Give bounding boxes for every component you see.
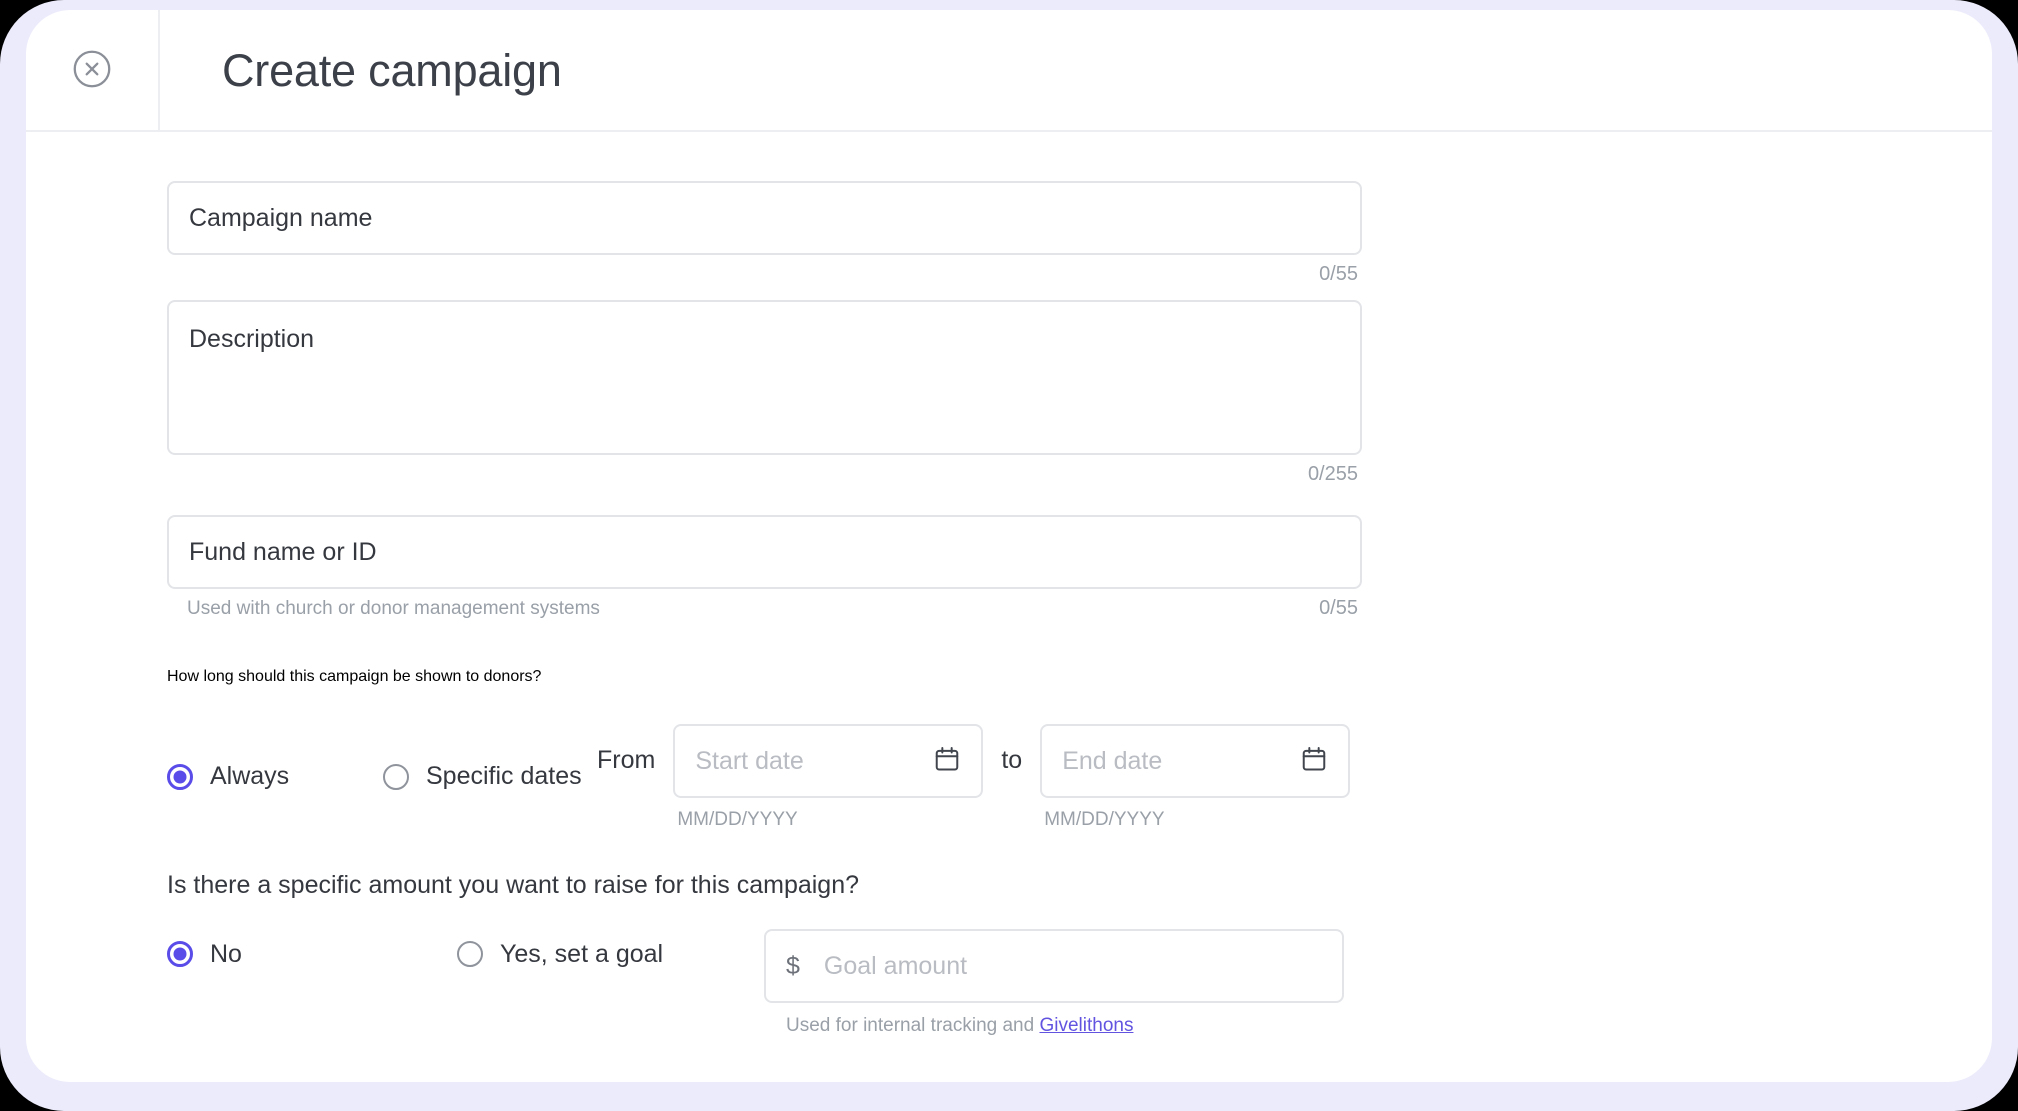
fund-name-input[interactable]: Fund name or ID xyxy=(167,515,1362,589)
description-counter: 0/255 xyxy=(1307,463,1358,485)
modal-title-cell: Create campaign xyxy=(160,10,1992,130)
radio-label-no: No xyxy=(210,939,242,968)
description-input[interactable]: Description xyxy=(167,300,1362,455)
end-date-group: End date MM/DD/YYYY xyxy=(1040,724,1351,830)
fund-name-label: Fund name or ID xyxy=(189,537,377,566)
campaign-name-field-group: Campaign name 0/55 xyxy=(167,181,1362,284)
goal-amount-placeholder: Goal amount xyxy=(823,951,968,980)
description-label: Description xyxy=(189,325,315,353)
page-title: Create campaign xyxy=(222,44,562,96)
start-date-input[interactable]: Start date xyxy=(673,724,984,798)
description-field-group: Description 0/255 xyxy=(167,300,1362,484)
calendar-icon[interactable] xyxy=(933,745,961,778)
end-date-input[interactable]: End date xyxy=(1040,724,1351,798)
radio-label-always: Always xyxy=(210,762,290,790)
goal-options-row: No Yes, set a goal $ Goal amount Used fo… xyxy=(167,929,1344,1035)
duration-question: How long should this campaign be shown t… xyxy=(167,668,542,685)
currency-symbol: $ xyxy=(786,951,800,980)
to-label: to xyxy=(1001,746,1023,774)
goal-note: Used for internal tracking and Givelitho… xyxy=(764,1016,1344,1035)
radio-indicator-always xyxy=(167,763,193,790)
calendar-icon[interactable] xyxy=(1300,745,1328,778)
campaign-name-meta: 0/55 xyxy=(167,264,1362,284)
radio-indicator-specific-dates xyxy=(383,763,409,790)
radio-indicator-yes-set-goal xyxy=(457,941,483,967)
close-circle-icon xyxy=(70,47,114,94)
radio-option-always[interactable]: Always xyxy=(167,762,383,790)
campaign-name-input[interactable]: Campaign name xyxy=(167,181,1362,255)
campaign-name-label: Campaign name xyxy=(189,203,373,232)
goal-amount-group: $ Goal amount Used for internal tracking… xyxy=(764,929,1344,1035)
radio-option-no[interactable]: No xyxy=(167,941,457,967)
from-label: From xyxy=(597,746,656,774)
description-meta: 0/255 xyxy=(167,464,1362,484)
start-date-placeholder: Start date xyxy=(695,746,804,775)
fund-field-group: Fund name or ID Used with church or dono… xyxy=(167,515,1362,618)
end-date-placeholder: End date xyxy=(1062,746,1163,775)
start-date-hint: MM/DD/YYYY xyxy=(677,809,798,830)
fund-helper-text: Used with church or donor management sys… xyxy=(187,598,600,619)
date-range-group: From Start date MM/DD/YYYY to End date M… xyxy=(597,724,1351,830)
goal-amount-input[interactable]: $ Goal amount xyxy=(764,929,1344,1003)
radio-option-yes-set-goal[interactable]: Yes, set a goal xyxy=(457,941,764,967)
start-date-group: Start date MM/DD/YYYY xyxy=(673,724,984,830)
radio-option-specific-dates[interactable]: Specific dates xyxy=(383,762,597,790)
end-date-hint: MM/DD/YYYY xyxy=(1044,809,1165,830)
fund-meta: Used with church or donor management sys… xyxy=(167,598,1362,618)
goal-question: Is there a specific amount you want to r… xyxy=(167,871,860,899)
campaign-name-counter: 0/55 xyxy=(1319,263,1358,285)
create-campaign-modal: Create campaign Campaign name 0/55 Descr… xyxy=(26,10,1992,1082)
duration-options-row: Always Specific dates From Start date MM… xyxy=(167,724,1351,830)
goal-note-prefix: Used for internal tracking and xyxy=(786,1015,1040,1036)
radio-indicator-no xyxy=(167,941,193,967)
radio-label-yes-set-goal: Yes, set a goal xyxy=(500,939,664,968)
close-button-cell xyxy=(26,10,160,130)
fund-counter: 0/55 xyxy=(1319,597,1358,619)
radio-label-specific-dates: Specific dates xyxy=(426,762,582,790)
close-button[interactable] xyxy=(69,47,115,93)
modal-header: Create campaign xyxy=(26,10,1992,132)
app-frame: Create campaign Campaign name 0/55 Descr… xyxy=(0,0,2018,1111)
givelithons-link[interactable]: Givelithons xyxy=(1039,1015,1133,1036)
